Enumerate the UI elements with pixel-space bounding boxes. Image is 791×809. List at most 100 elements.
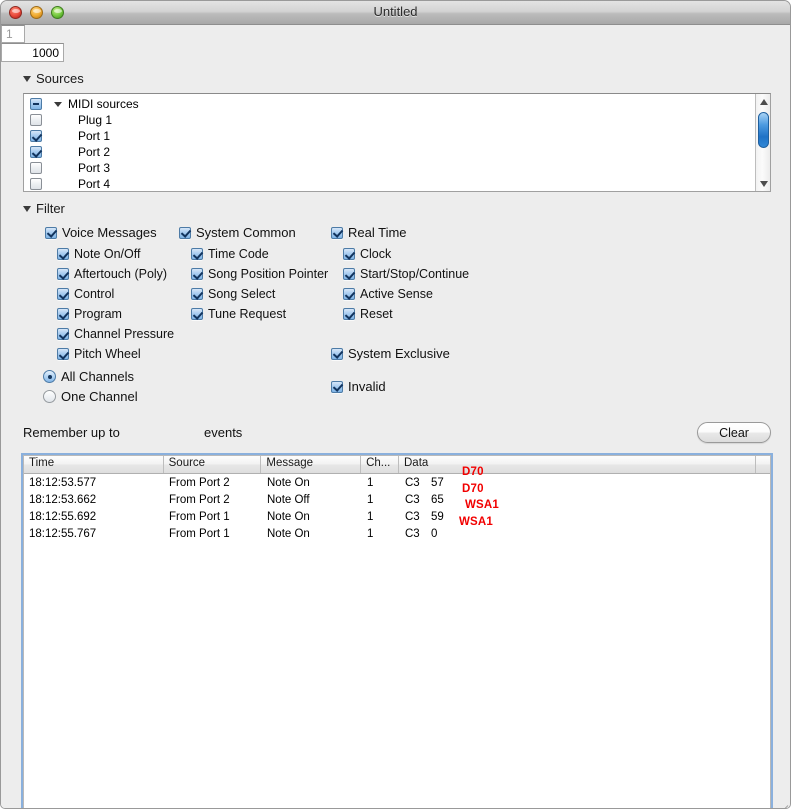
- scroll-up-arrow-icon[interactable]: [756, 94, 770, 109]
- events-table[interactable]: Time Source Message Ch... Data 18:12:53.…: [21, 453, 773, 808]
- filter-checkbox-time-code[interactable]: [191, 248, 203, 260]
- filter-checkbox-tune-request[interactable]: [191, 308, 203, 320]
- table-row[interactable]: 18:12:55.692 From Port 1 Note On 1 C3 59: [24, 508, 770, 525]
- filter-pitch-wheel[interactable]: Pitch Wheel: [57, 347, 141, 361]
- filter-checkbox-voice-messages[interactable]: [45, 226, 57, 239]
- source-row-port-1[interactable]: Port 1: [24, 128, 754, 144]
- sources-header-label: Sources: [36, 71, 84, 86]
- remember-prefix-label: Remember up to: [23, 425, 120, 440]
- one-channel-input[interactable]: 1: [1, 25, 25, 43]
- scrollbar-thumb[interactable]: [758, 112, 769, 148]
- filter-song-position-pointer[interactable]: Song Position Pointer: [191, 267, 328, 281]
- source-row-port-3[interactable]: Port 3: [24, 160, 754, 176]
- clear-button[interactable]: Clear: [697, 422, 771, 443]
- filter-clock[interactable]: Clock: [343, 247, 391, 261]
- filter-checkbox-invalid[interactable]: [331, 380, 343, 393]
- source-row-midi-sources[interactable]: MIDI sources: [24, 96, 754, 112]
- source-checkbox-midi-sources[interactable]: [30, 98, 42, 110]
- cell-source: From Port 2: [169, 493, 230, 506]
- source-label: Port 1: [78, 129, 111, 143]
- filter-checkbox-program[interactable]: [57, 308, 69, 320]
- filter-control[interactable]: Control: [57, 287, 114, 301]
- filter-label: Song Position Pointer: [208, 267, 329, 281]
- filter-reset[interactable]: Reset: [343, 307, 393, 321]
- source-label: Port 4: [78, 177, 111, 191]
- filter-checkbox-system-exclusive[interactable]: [331, 347, 343, 360]
- filter-header-label: Filter: [36, 201, 65, 216]
- sources-scrollbar[interactable]: [755, 94, 770, 191]
- filter-checkbox-real-time[interactable]: [331, 226, 343, 239]
- source-checkbox-plug-1[interactable]: [30, 114, 42, 126]
- column-header-spacer: [756, 456, 770, 473]
- sources-list: MIDI sources Plug 1 Port 1 Port 2 Port 3: [24, 94, 754, 191]
- sources-group-header[interactable]: Sources: [23, 71, 84, 86]
- source-label: Port 2: [78, 145, 111, 159]
- filter-note-on-off[interactable]: Note On/Off: [57, 247, 140, 261]
- source-checkbox-port-3[interactable]: [30, 162, 42, 174]
- cell-channel: 1: [367, 527, 374, 540]
- source-row-port-4[interactable]: Port 4: [24, 176, 754, 191]
- filter-checkbox-control[interactable]: [57, 288, 69, 300]
- resize-grip[interactable]: [774, 793, 790, 808]
- scroll-down-arrow-icon[interactable]: [756, 176, 770, 191]
- filter-checkbox-song-select[interactable]: [191, 288, 203, 300]
- title-bar: Untitled: [1, 1, 790, 25]
- column-header-channel[interactable]: Ch...: [361, 456, 399, 473]
- cell-message: Note On: [267, 510, 310, 523]
- filter-label: Invalid: [348, 379, 386, 394]
- filter-active-sense[interactable]: Active Sense: [343, 287, 433, 301]
- filter-tune-request[interactable]: Tune Request: [191, 307, 286, 321]
- cell-source: From Port 2: [169, 476, 230, 489]
- radio-all-channels[interactable]: All Channels: [43, 369, 134, 384]
- filter-program[interactable]: Program: [57, 307, 122, 321]
- chevron-down-icon[interactable]: [54, 101, 62, 107]
- chevron-down-icon: [23, 75, 31, 82]
- radio-button-one-channel[interactable]: [43, 390, 56, 403]
- table-row[interactable]: 18:12:55.767 From Port 1 Note On 1 C3 0: [24, 525, 770, 542]
- events-table-inner: Time Source Message Ch... Data 18:12:53.…: [23, 455, 771, 808]
- remember-suffix-text: events: [204, 425, 243, 440]
- filter-label: Real Time: [348, 225, 407, 240]
- filter-invalid[interactable]: Invalid: [331, 379, 386, 394]
- source-row-port-2[interactable]: Port 2: [24, 144, 754, 160]
- column-header-data[interactable]: Data: [399, 456, 757, 473]
- filter-label: Song Select: [208, 287, 276, 301]
- filter-checkbox-song-position-pointer[interactable]: [191, 268, 203, 280]
- cell-time: 18:12:53.662: [29, 493, 97, 506]
- filter-checkbox-pitch-wheel[interactable]: [57, 348, 69, 360]
- source-row-plug-1[interactable]: Plug 1: [24, 112, 754, 128]
- filter-aftertouch-poly[interactable]: Aftertouch (Poly): [57, 267, 167, 281]
- filter-channel-pressure[interactable]: Channel Pressure: [57, 327, 174, 341]
- filter-start-stop-continue[interactable]: Start/Stop/Continue: [343, 267, 469, 281]
- source-label: Port 3: [78, 161, 111, 175]
- filter-checkbox-channel-pressure[interactable]: [57, 328, 69, 340]
- filter-checkbox-start-stop-continue[interactable]: [343, 268, 355, 280]
- filter-real-time[interactable]: Real Time: [331, 225, 407, 240]
- filter-checkbox-active-sense[interactable]: [343, 288, 355, 300]
- table-row[interactable]: 18:12:53.662 From Port 2 Note Off 1 C3 65: [24, 491, 770, 508]
- filter-song-select[interactable]: Song Select: [191, 287, 275, 301]
- column-header-source[interactable]: Source: [164, 456, 262, 473]
- column-header-time[interactable]: Time: [24, 456, 164, 473]
- filter-checkbox-clock[interactable]: [343, 248, 355, 260]
- filter-system-exclusive[interactable]: System Exclusive: [331, 346, 450, 361]
- radio-one-channel[interactable]: One Channel: [43, 389, 138, 404]
- filter-time-code[interactable]: Time Code: [191, 247, 269, 261]
- column-header-message[interactable]: Message: [261, 456, 362, 473]
- filter-voice-messages[interactable]: Voice Messages: [45, 225, 157, 240]
- filter-checkbox-reset[interactable]: [343, 308, 355, 320]
- cell-data-value: 59: [431, 510, 444, 523]
- table-row[interactable]: 18:12:53.577 From Port 2 Note On 1 C3 57: [24, 474, 770, 491]
- source-label: MIDI sources: [68, 97, 139, 111]
- filter-system-common[interactable]: System Common: [179, 225, 296, 240]
- filter-checkbox-system-common[interactable]: [179, 226, 191, 239]
- filter-checkbox-note-on-off[interactable]: [57, 248, 69, 260]
- remember-events-input[interactable]: 1000: [1, 43, 64, 62]
- filter-group-header[interactable]: Filter: [23, 201, 65, 216]
- source-checkbox-port-4[interactable]: [30, 178, 42, 190]
- filter-checkbox-aftertouch-poly[interactable]: [57, 268, 69, 280]
- source-checkbox-port-2[interactable]: [30, 146, 42, 158]
- filter-label: Reset: [360, 307, 393, 321]
- radio-button-all-channels[interactable]: [43, 370, 56, 383]
- source-checkbox-port-1[interactable]: [30, 130, 42, 142]
